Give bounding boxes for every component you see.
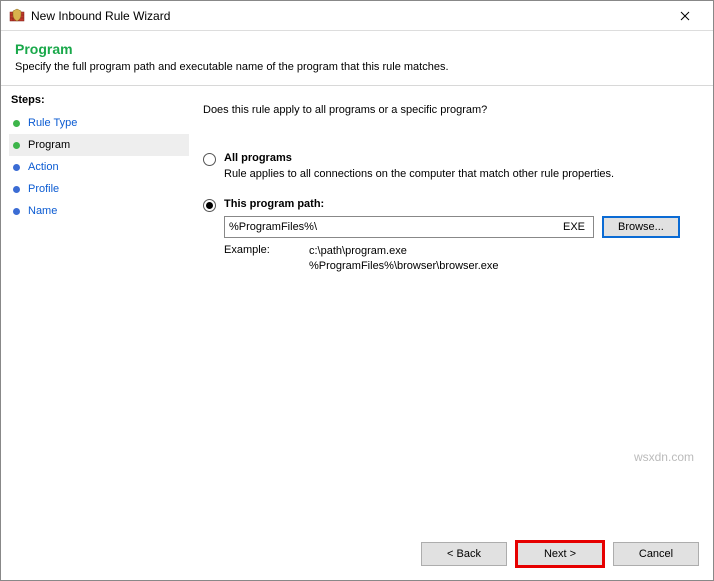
path-ext: EXE	[563, 221, 589, 233]
bullet-icon	[13, 208, 20, 215]
firewall-icon	[9, 8, 25, 24]
rule-question: Does this rule apply to all programs or …	[203, 104, 695, 116]
bullet-icon	[13, 120, 20, 127]
step-label[interactable]: Action	[28, 161, 59, 173]
wizard-footer: < Back Next > Cancel	[1, 532, 713, 580]
step-action[interactable]: Action	[9, 156, 189, 178]
option-label: All programs	[224, 152, 292, 164]
example-text: c:\path\program.exe %ProgramFiles%\brows…	[309, 244, 499, 275]
next-button[interactable]: Next >	[517, 542, 603, 566]
example-line: c:\path\program.exe	[309, 244, 499, 259]
option-all-programs[interactable]: All programs	[203, 152, 695, 166]
steps-sidebar: Steps: Rule Type Program Action Profile …	[1, 86, 189, 532]
step-rule-type[interactable]: Rule Type	[9, 112, 189, 134]
step-program[interactable]: Program	[9, 134, 189, 156]
page-title: Program	[15, 41, 699, 57]
wizard-window: New Inbound Rule Wizard Program Specify …	[0, 0, 714, 581]
bullet-icon	[13, 142, 20, 149]
option-label: This program path:	[224, 198, 324, 210]
page-subtitle: Specify the full program path and execut…	[15, 61, 699, 73]
close-button[interactable]	[665, 2, 705, 30]
program-path-row: %ProgramFiles%\ EXE Browse...	[224, 216, 695, 238]
option-all-desc: Rule applies to all connections on the c…	[224, 168, 695, 180]
watermark: wsxdn.com	[634, 450, 694, 464]
step-profile[interactable]: Profile	[9, 178, 189, 200]
program-path-input[interactable]: %ProgramFiles%\ EXE	[224, 216, 594, 238]
window-title: New Inbound Rule Wizard	[31, 9, 665, 23]
titlebar: New Inbound Rule Wizard	[1, 1, 713, 31]
back-button[interactable]: < Back	[421, 542, 507, 566]
example-label: Example:	[224, 244, 309, 275]
radio-program-path[interactable]	[203, 199, 216, 212]
example-row: Example: c:\path\program.exe %ProgramFil…	[224, 244, 695, 275]
step-label[interactable]: Name	[28, 205, 57, 217]
main-panel: Does this rule apply to all programs or …	[189, 86, 713, 532]
bullet-icon	[13, 186, 20, 193]
example-line: %ProgramFiles%\browser\browser.exe	[309, 259, 499, 274]
browse-button[interactable]: Browse...	[602, 216, 680, 238]
bullet-icon	[13, 164, 20, 171]
path-value: %ProgramFiles%\	[229, 221, 563, 233]
wizard-body: Steps: Rule Type Program Action Profile …	[1, 86, 713, 532]
step-label[interactable]: Profile	[28, 183, 59, 195]
steps-heading: Steps:	[9, 94, 189, 106]
step-label[interactable]: Rule Type	[28, 117, 77, 129]
cancel-button[interactable]: Cancel	[613, 542, 699, 566]
step-label: Program	[28, 139, 70, 151]
step-name[interactable]: Name	[9, 200, 189, 222]
radio-all-programs[interactable]	[203, 153, 216, 166]
option-program-path[interactable]: This program path:	[203, 198, 695, 212]
wizard-header: Program Specify the full program path an…	[1, 31, 713, 86]
